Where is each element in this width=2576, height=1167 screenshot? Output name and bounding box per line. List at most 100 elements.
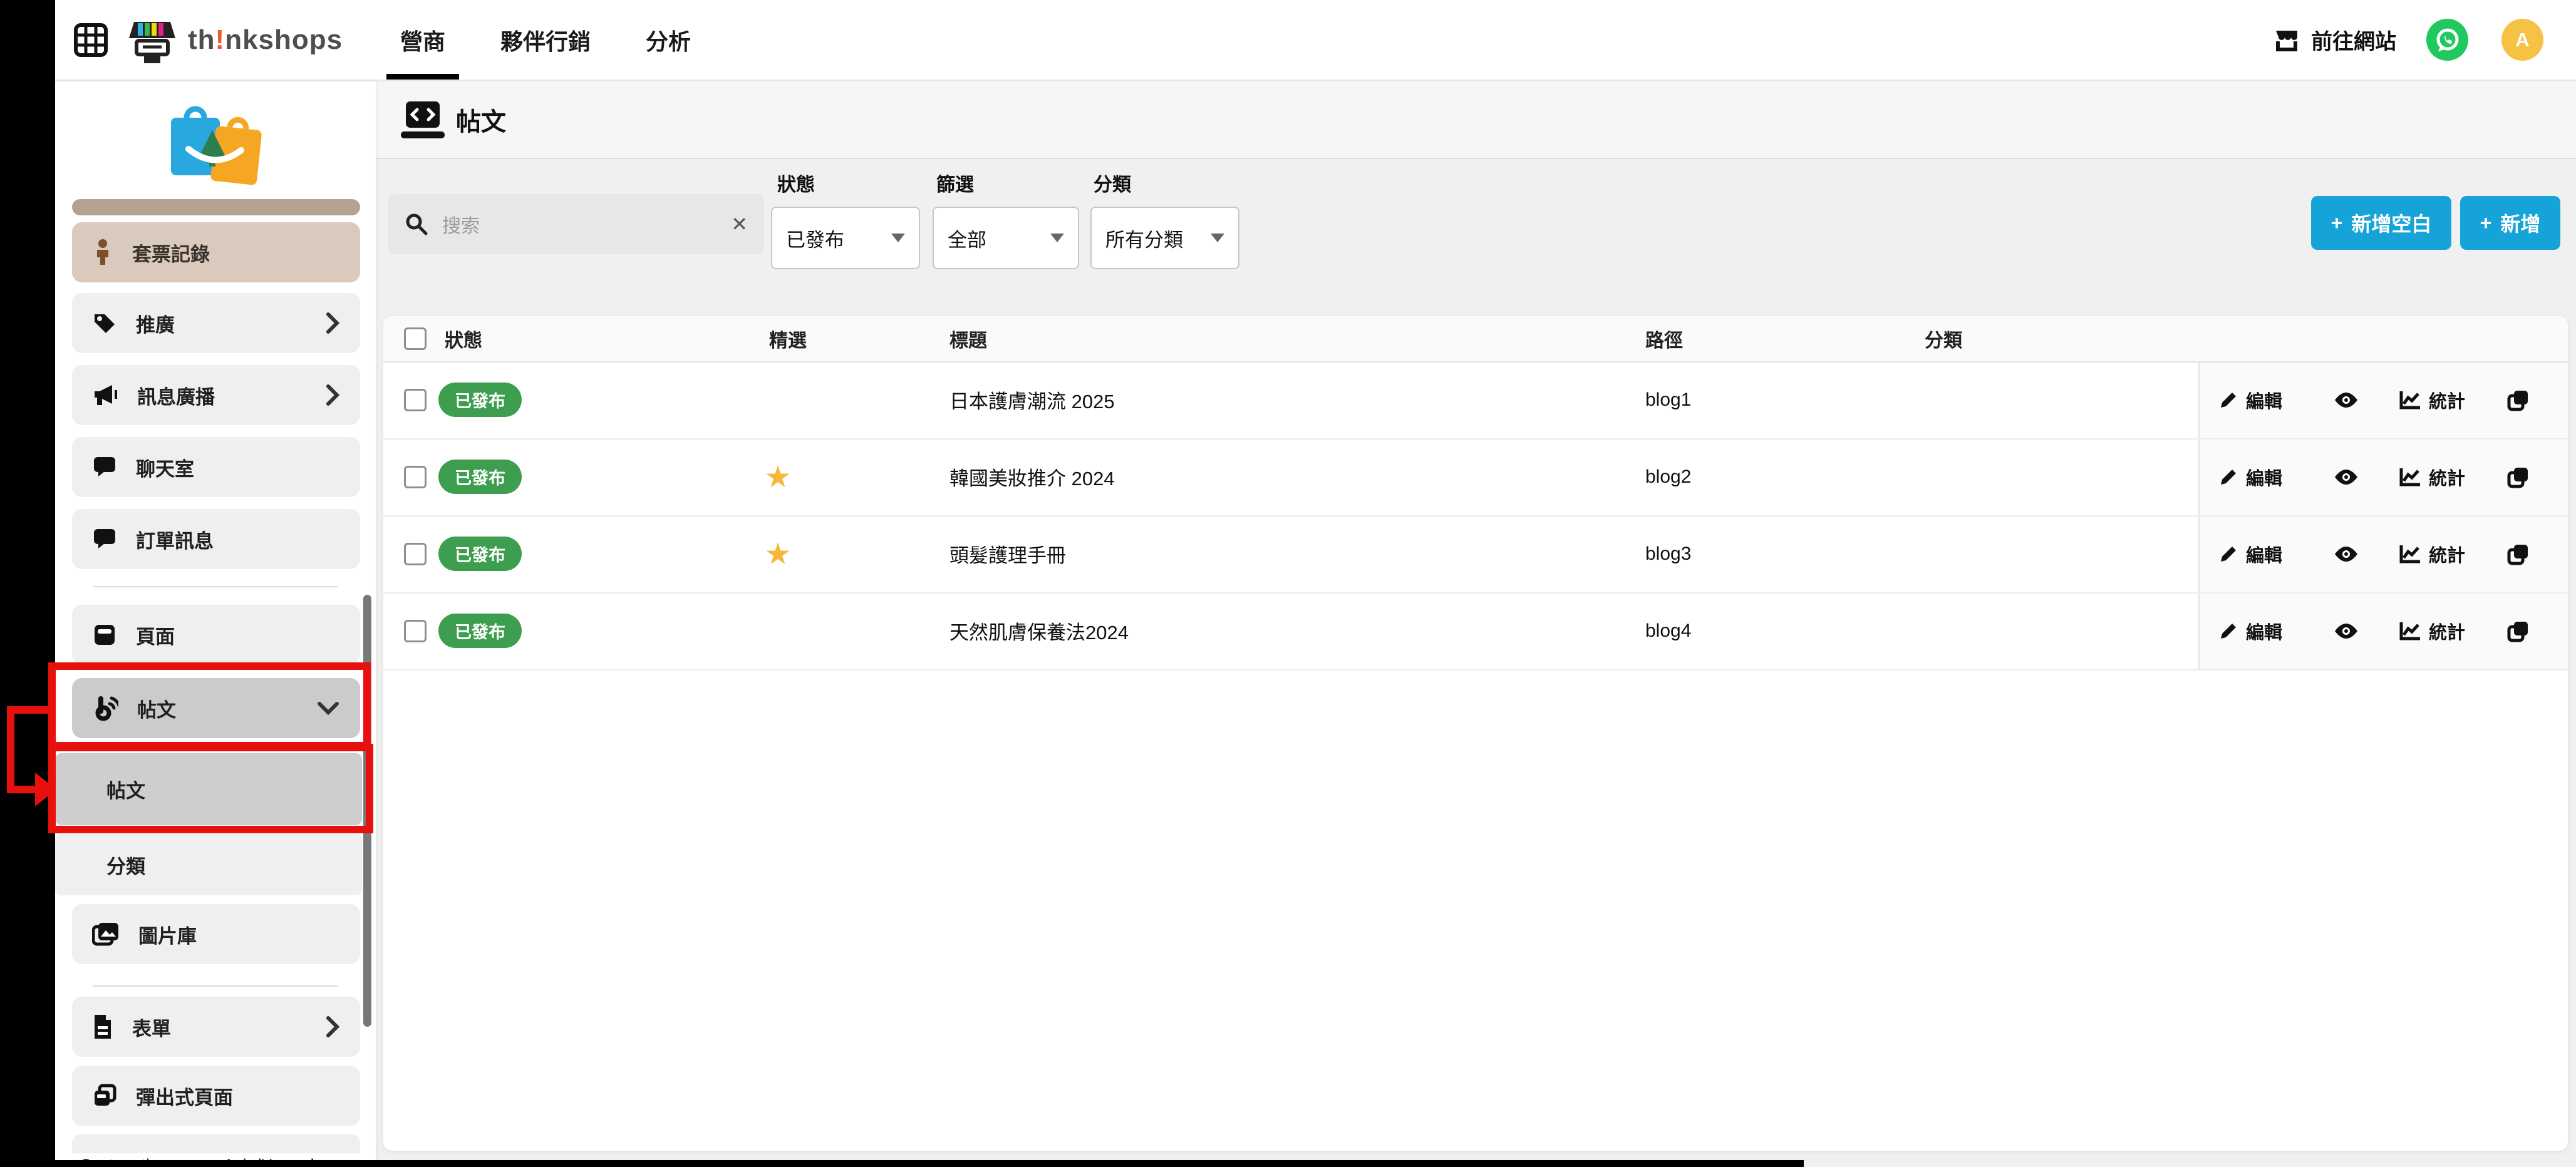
primary-nav: 營商 夥伴行銷 分析: [396, 0, 695, 80]
sidebar-item-packages[interactable]: 套票記錄: [72, 222, 360, 282]
post-title[interactable]: 韓國美妝推介 2024: [949, 438, 1115, 515]
preview-button[interactable]: [2334, 515, 2359, 592]
whatsapp-button[interactable]: [2426, 19, 2468, 61]
sidebar-item-popup-pages[interactable]: 彈出式頁面: [72, 1066, 360, 1126]
eye-icon: [2334, 545, 2359, 563]
visit-site-button[interactable]: 前往網站: [2273, 0, 2396, 80]
tab-analytics[interactable]: 分析: [642, 0, 695, 80]
storefront-awning-icon: [125, 13, 179, 67]
add-label: 新增: [2500, 208, 2540, 237]
post-title[interactable]: 日本護膚潮流 2025: [949, 361, 1115, 438]
sidebar-subitem-label: 分類: [106, 851, 145, 879]
left-black-strip: [0, 0, 55, 1167]
edit-button[interactable]: 編輯: [2218, 541, 2282, 567]
storefront-icon: [2273, 27, 2300, 53]
status-filter-select[interactable]: 已發布: [771, 207, 920, 269]
edit-button[interactable]: 編輯: [2218, 618, 2282, 644]
stats-button[interactable]: 統計: [2399, 464, 2465, 490]
sidebar-item-label: 帖文: [137, 694, 176, 722]
chat-bubble-icon: [92, 527, 117, 552]
posts-table: 狀態 精選 標題 路徑 分類 已發布 日本護膚潮流 2025 blog1 編輯 …: [383, 316, 2568, 1151]
screen: th!nkshops 營商 夥伴行銷 分析 前往網站 A: [0, 0, 2576, 1167]
duplicate-button[interactable]: [2506, 438, 2530, 515]
whatsapp-icon: [2433, 26, 2462, 54]
chevron-right-icon: [325, 311, 340, 335]
sidebar-item-promotion[interactable]: 推廣: [72, 293, 360, 353]
eye-icon: [2334, 468, 2359, 486]
brand-name: th!nkshops: [188, 24, 343, 56]
sort-filter-select[interactable]: 全部: [933, 207, 1079, 269]
column-header-title: 標題: [949, 316, 987, 361]
duplicate-button[interactable]: [2506, 515, 2530, 592]
add-button[interactable]: +新增: [2460, 196, 2560, 250]
pencil-icon: [2218, 467, 2238, 487]
table-header: 狀態 精選 標題 路徑 分類: [383, 316, 2568, 362]
chat-bubble-icon: [92, 455, 117, 480]
sidebar-item-chatroom[interactable]: 聊天室: [72, 437, 360, 497]
chevron-down-icon: [316, 701, 340, 716]
preview-button[interactable]: [2334, 592, 2359, 669]
stats-button[interactable]: 統計: [2399, 618, 2465, 644]
line-chart-icon: [2399, 621, 2421, 641]
tab-business[interactable]: 營商: [396, 0, 449, 80]
edit-button[interactable]: 編輯: [2218, 387, 2282, 413]
line-chart-icon: [2399, 544, 2421, 564]
sidebar-item-posts[interactable]: 帖文: [72, 678, 360, 738]
sidebar-subitem-categories[interactable]: 分類: [55, 834, 362, 895]
row-checkbox[interactable]: [404, 389, 427, 411]
caret-down-icon: [891, 234, 905, 242]
copy-icon: [2506, 388, 2530, 412]
table-row: 已發布 ★ 韓國美妝推介 2024 blog2 編輯 統計: [383, 438, 2568, 517]
duplicate-button[interactable]: [2506, 592, 2530, 669]
post-path: blog2: [1645, 438, 1691, 515]
sidebar-item-label: 彈出式頁面: [136, 1082, 233, 1110]
clear-search-icon[interactable]: ✕: [731, 212, 748, 236]
sidebar-item-gallery[interactable]: 圖片庫: [72, 904, 360, 964]
popup-pages-icon: [92, 1083, 117, 1108]
preview-button[interactable]: [2334, 438, 2359, 515]
sidebar-divider: [93, 985, 338, 987]
post-path: blog3: [1645, 515, 1691, 592]
document-icon: [92, 1014, 113, 1040]
row-checkbox[interactable]: [404, 620, 427, 642]
stats-button[interactable]: 統計: [2399, 541, 2465, 567]
stats-button[interactable]: 統計: [2399, 387, 2465, 413]
sidebar-item-order-messages[interactable]: 訂單訊息: [72, 509, 360, 569]
row-checkbox[interactable]: [404, 543, 427, 565]
line-chart-icon: [2399, 390, 2421, 410]
column-header-featured: 精選: [769, 316, 807, 361]
sidebar-subitem-posts[interactable]: 帖文: [55, 753, 362, 825]
category-filter-label: 分類: [1094, 169, 1131, 197]
post-title[interactable]: 天然肌膚保養法2024: [949, 592, 1129, 669]
status-badge: 已發布: [438, 460, 522, 494]
post-path: blog4: [1645, 592, 1691, 669]
sort-filter-label: 篩選: [936, 169, 974, 197]
preview-button[interactable]: [2334, 361, 2359, 438]
search-placeholder: 搜索: [442, 210, 480, 238]
edit-button[interactable]: 編輯: [2218, 464, 2282, 490]
column-header-status: 狀態: [445, 316, 482, 361]
copy-icon: [2506, 619, 2530, 643]
tab-affiliate-marketing[interactable]: 夥伴行銷: [497, 0, 594, 80]
eye-icon: [2334, 391, 2359, 409]
user-avatar[interactable]: A: [2501, 19, 2543, 61]
search-input[interactable]: 搜索 ✕: [388, 194, 764, 254]
post-title[interactable]: 頭髮護理手冊: [949, 515, 1066, 592]
status-badge: 已發布: [438, 383, 522, 417]
category-filter-select[interactable]: 所有分類: [1090, 207, 1239, 269]
featured-star-icon: ★: [764, 460, 791, 495]
sidebar-scrollbar[interactable]: [363, 595, 371, 1027]
bottom-black-strip: [0, 1160, 1804, 1167]
sidebar-item-pages[interactable]: 頁面: [72, 605, 360, 665]
category-filter-value: 所有分類: [1105, 224, 1183, 252]
laptop-code-icon: [400, 96, 446, 143]
brand-logo[interactable]: th!nkshops: [125, 9, 343, 71]
sidebar-item-forms[interactable]: 表單: [72, 997, 360, 1057]
duplicate-button[interactable]: [2506, 361, 2530, 438]
shop-logo: [152, 100, 277, 194]
row-checkbox[interactable]: [404, 466, 427, 488]
add-blank-button[interactable]: +新增空白: [2311, 196, 2451, 250]
sidebar-item-broadcast[interactable]: 訊息廣播: [72, 365, 360, 425]
apps-grid-icon[interactable]: [74, 23, 108, 57]
select-all-checkbox[interactable]: [404, 327, 427, 350]
